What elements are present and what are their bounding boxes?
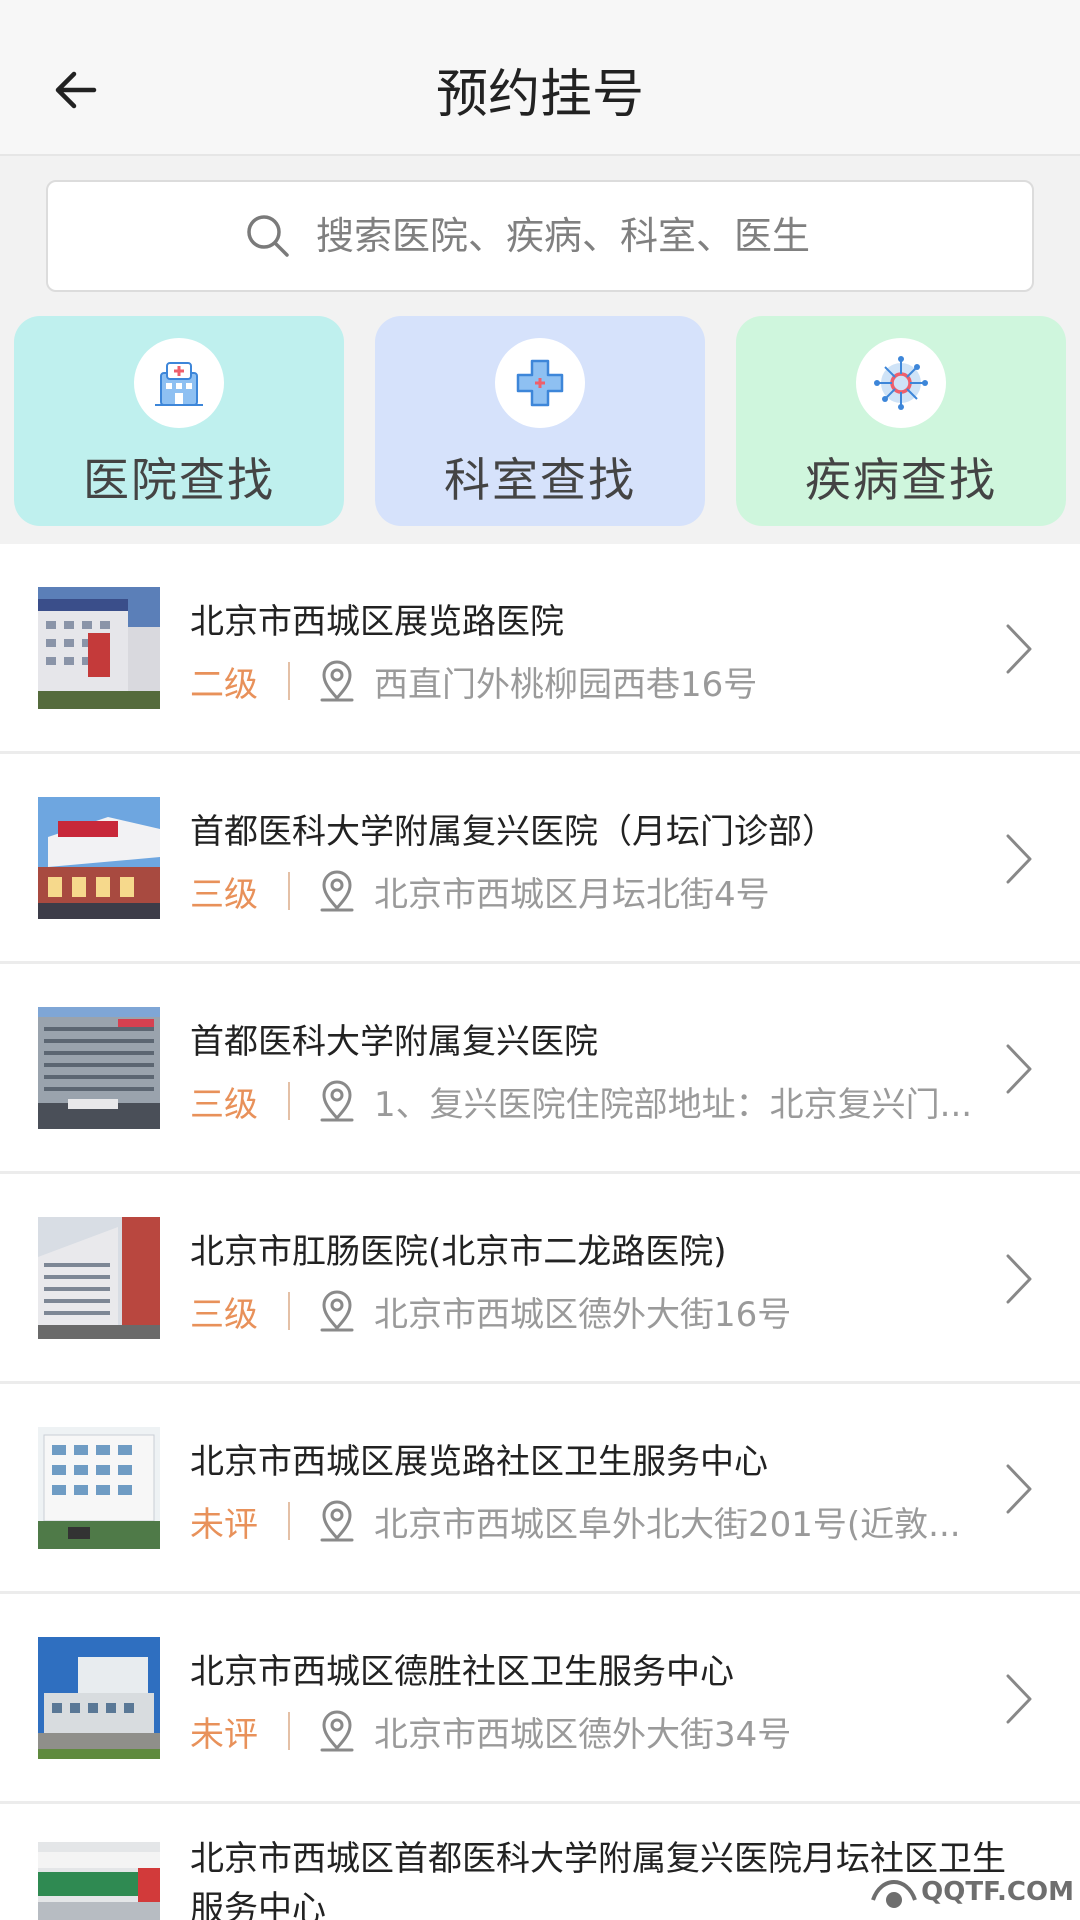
hospital-name: 首都医科大学附属复兴医院 — [190, 1022, 598, 1062]
hospital-level: 三级 — [190, 874, 258, 915]
location-pin-icon — [320, 1710, 354, 1752]
hospital-photo — [38, 1842, 160, 1920]
disease-search-label: 疾病查找 — [805, 453, 997, 507]
search-icon — [247, 215, 289, 257]
hospital-photo — [38, 587, 160, 709]
hospital-list-item[interactable]: 首都医科大学附属复兴医院（月坛门诊部） 三级 北京市西城区月坛北街4号 — [0, 754, 1080, 964]
hospital-name: 北京市西城区德胜社区卫生服务中心 — [190, 1652, 734, 1692]
hospital-search-label: 医院查找 — [83, 453, 275, 507]
hospital-name: 北京市西城区展览路医院 — [190, 602, 564, 642]
hospital-meta: 未评 北京市西城区德外大街34号 — [190, 1706, 791, 1756]
chevron-right-icon — [1006, 624, 1032, 674]
hospital-icon — [155, 362, 203, 406]
location-pin-icon — [320, 660, 354, 702]
meta-divider — [288, 1082, 290, 1120]
hospital-photo — [38, 797, 160, 919]
hospital-list-item[interactable]: 北京市西城区展览路社区卫生服务中心 未评 北京市西城区阜外北大街201号(近敦.… — [0, 1384, 1080, 1594]
hospital-meta: 三级 北京市西城区月坛北街4号 — [190, 866, 770, 916]
chevron-right-icon — [1006, 834, 1032, 884]
hospital-level: 未评 — [190, 1714, 258, 1755]
meta-divider — [288, 1712, 290, 1750]
meta-divider — [288, 1292, 290, 1330]
watermark-text: QQTF.COM — [921, 1877, 1074, 1907]
location-pin-icon — [320, 1290, 354, 1332]
hospital-list-item[interactable]: 北京市西城区德胜社区卫生服务中心 未评 北京市西城区德外大街34号 — [0, 1594, 1080, 1804]
hospital-photo — [38, 1637, 160, 1759]
location-pin-icon — [320, 1500, 354, 1542]
top-area: 医院查找 科室查找 疾病查找 — [0, 156, 1080, 544]
watermark: QQTF.COM — [867, 1870, 1074, 1914]
hospital-search-card[interactable]: 医院查找 — [14, 316, 344, 526]
hospital-list-item[interactable]: 首都医科大学附属复兴医院 三级 1、复兴医院住院部地址：北京复兴门... — [0, 964, 1080, 1174]
hospital-level: 二级 — [190, 664, 258, 705]
hospital-photo — [38, 1427, 160, 1549]
hospital-address: 1、复兴医院住院部地址：北京复兴门... — [374, 1084, 973, 1125]
meta-divider — [288, 1502, 290, 1540]
hospital-address: 北京市西城区德外大街34号 — [374, 1714, 792, 1755]
location-pin-icon — [320, 1080, 354, 1122]
hospital-level: 三级 — [190, 1294, 258, 1335]
search-input[interactable] — [316, 214, 836, 258]
hospital-list-item[interactable]: 北京市西城区展览路医院 二级 西直门外桃柳园西巷16号 — [0, 544, 1080, 754]
hospital-name: 北京市肛肠医院(北京市二龙路医院) — [190, 1232, 727, 1272]
virus-icon-circle — [856, 338, 946, 428]
hospital-name: 首都医科大学附属复兴医院（月坛门诊部） — [190, 812, 836, 852]
chevron-right-icon — [1006, 1254, 1032, 1304]
hospital-level: 三级 — [190, 1084, 258, 1125]
medical-cross-icon-circle — [495, 338, 585, 428]
hospital-photo — [38, 1217, 160, 1339]
location-pin-icon — [320, 870, 354, 912]
chevron-right-icon — [1006, 1464, 1032, 1514]
medical-cross-icon — [516, 359, 564, 407]
page-title: 预约挂号 — [435, 65, 644, 125]
hospital-address: 北京市西城区阜外北大街201号(近敦... — [374, 1504, 961, 1545]
disease-search-card[interactable]: 疾病查找 — [736, 316, 1066, 526]
hospital-meta: 未评 北京市西城区阜外北大街201号(近敦... — [190, 1496, 961, 1546]
hospital-meta: 三级 北京市西城区德外大街16号 — [190, 1286, 791, 1336]
hospital-address: 西直门外桃柳园西巷16号 — [374, 664, 758, 705]
hospital-list: 北京市西城区展览路医院 二级 西直门外桃柳园西巷16号 首都医科大学附属复兴医院… — [0, 544, 1080, 1920]
virus-icon — [874, 356, 928, 410]
meta-divider — [288, 872, 290, 910]
app-header: 预约挂号 — [0, 0, 1080, 156]
hospital-meta: 三级 1、复兴医院住院部地址：北京复兴门... — [190, 1076, 972, 1126]
hospital-photo — [38, 1007, 160, 1129]
hospital-address: 北京市西城区月坛北街4号 — [374, 874, 770, 915]
hospital-icon-circle — [134, 338, 224, 428]
meta-divider — [288, 662, 290, 700]
chevron-right-icon — [1006, 1674, 1032, 1724]
hospital-meta: 二级 西直门外桃柳园西巷16号 — [190, 656, 757, 706]
watermark-logo-icon — [871, 1880, 918, 1908]
hospital-name: 北京市西城区展览路社区卫生服务中心 — [190, 1442, 768, 1482]
hospital-list-item[interactable]: 北京市肛肠医院(北京市二龙路医院) 三级 北京市西城区德外大街16号 — [0, 1174, 1080, 1384]
department-search-card[interactable]: 科室查找 — [375, 316, 705, 526]
chevron-right-icon — [1006, 1044, 1032, 1094]
department-search-label: 科室查找 — [444, 453, 636, 507]
search-box[interactable] — [46, 180, 1034, 292]
quick-links: 医院查找 科室查找 疾病查找 — [14, 316, 1066, 526]
hospital-address: 北京市西城区德外大街16号 — [374, 1294, 792, 1335]
hospital-level: 未评 — [190, 1504, 258, 1545]
